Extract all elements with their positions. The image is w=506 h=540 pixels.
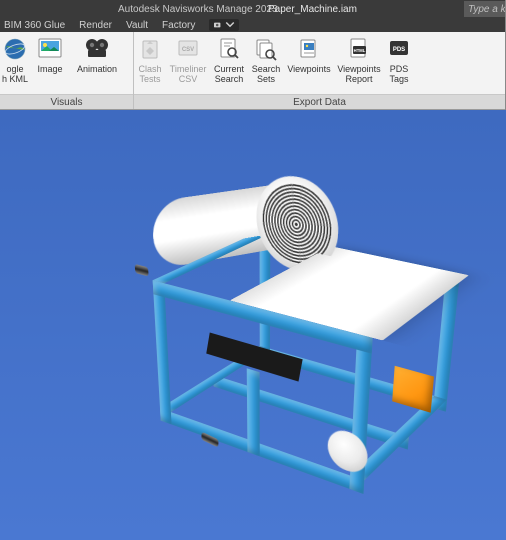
document-name: Paper_Machine.iam [268, 4, 357, 15]
3d-viewport[interactable] [0, 110, 506, 540]
svg-text:CSV: CSV [182, 47, 194, 53]
animation-icon [84, 35, 110, 63]
clash-icon [137, 35, 163, 63]
svg-text:PDS: PDS [393, 47, 405, 53]
btn-label: Search Sets [252, 64, 281, 84]
search-doc-icon [216, 35, 242, 63]
btn-label: PDS Tags [389, 64, 408, 84]
menubar: BIM 360 Glue Render Vault Factory [0, 18, 506, 32]
titlebar: Autodesk Navisworks Manage 2023 Paper_Ma… [0, 0, 506, 18]
btn-label: Clash Tests [138, 64, 161, 84]
btn-label: Timeliner CSV [170, 64, 207, 84]
btn-label: Image [37, 64, 62, 74]
camera-icon [213, 21, 223, 29]
btn-viewpoints[interactable]: Viewpoints [284, 32, 334, 94]
btn-label: Viewpoints Report [337, 64, 380, 84]
globe-icon [2, 35, 28, 63]
btn-timeliner-csv: CSV Timeliner CSV [166, 32, 210, 94]
menu-bim360glue[interactable]: BIM 360 Glue [4, 20, 65, 31]
paper-machine-model [100, 134, 473, 540]
btn-current-search[interactable]: Current Search [210, 32, 248, 94]
menu-render[interactable]: Render [79, 20, 112, 31]
ribbon-panel-visuals: ogle h KML Image Animation Visuals [0, 32, 134, 109]
panel-title-visuals: Visuals [0, 94, 133, 109]
btn-pds-tags[interactable]: PDS PDS Tags [384, 32, 414, 94]
html-doc-icon: HTML [346, 35, 372, 63]
menu-factory[interactable]: Factory [162, 20, 195, 31]
pds-icon: PDS [386, 35, 412, 63]
btn-clash-tests: Clash Tests [134, 32, 166, 94]
search-sets-icon [253, 35, 279, 63]
btn-image[interactable]: Image [30, 32, 70, 94]
panel-title-exportdata: Export Data [134, 94, 505, 109]
ribbon-panel-exportdata: Clash Tests CSV Timeliner CSV Current Se… [134, 32, 506, 109]
btn-label: ogle h KML [2, 64, 28, 84]
btn-viewpoints-report[interactable]: HTML Viewpoints Report [334, 32, 384, 94]
search-input[interactable]: Type a k [464, 1, 506, 17]
btn-label: Viewpoints [287, 64, 330, 74]
camera-dropdown[interactable] [209, 19, 239, 31]
btn-animation[interactable]: Animation [70, 32, 124, 94]
svg-text:HTML: HTML [354, 48, 366, 53]
ribbon: ogle h KML Image Animation Visuals [0, 32, 506, 110]
app-title: Autodesk Navisworks Manage 2023 [118, 4, 278, 15]
viewpoints-icon [296, 35, 322, 63]
menu-vault[interactable]: Vault [126, 20, 148, 31]
btn-search-sets[interactable]: Search Sets [248, 32, 284, 94]
btn-google-earth-kml[interactable]: ogle h KML [0, 32, 30, 94]
csv-icon: CSV [175, 35, 201, 63]
btn-label: Animation [77, 64, 117, 74]
btn-label: Current Search [214, 64, 244, 84]
chevron-down-icon [225, 21, 235, 29]
image-icon [37, 35, 63, 63]
